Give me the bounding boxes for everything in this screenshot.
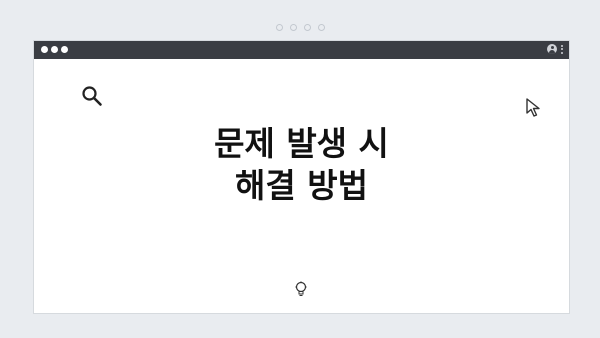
kebab-menu-icon[interactable] (561, 44, 563, 54)
minimize-window-button[interactable] (51, 46, 58, 53)
window-titlebar (34, 41, 569, 59)
user-icon-shoulders (549, 50, 555, 54)
user-icon[interactable] (547, 44, 557, 54)
kebab-dot (561, 44, 563, 47)
kebab-dot (561, 51, 563, 54)
window-content: 문제 발생 시 해결 방법 (34, 59, 569, 313)
browser-window: 문제 발생 시 해결 방법 (33, 40, 570, 314)
page-title-line-1: 문제 발생 시 (214, 124, 389, 163)
page-dot[interactable] (289, 24, 297, 31)
search-icon (82, 86, 102, 106)
lightbulb-icon (295, 281, 307, 296)
page-indicator (0, 24, 600, 31)
page-dot[interactable] (275, 24, 283, 31)
user-icon-head (550, 46, 554, 49)
maximize-window-button[interactable] (61, 46, 68, 53)
cursor-arrow-icon (526, 98, 540, 117)
close-window-button[interactable] (41, 46, 48, 53)
page-dot[interactable] (303, 24, 311, 31)
page-title-line-2: 해결 방법 (235, 166, 368, 205)
screenshot-stage: 문제 발생 시 해결 방법 (0, 0, 600, 338)
titlebar-actions (547, 44, 563, 54)
page-dot[interactable] (317, 24, 325, 31)
page-title: 문제 발생 시 해결 방법 (34, 123, 569, 207)
kebab-dot (561, 48, 563, 50)
window-controls (41, 46, 68, 53)
